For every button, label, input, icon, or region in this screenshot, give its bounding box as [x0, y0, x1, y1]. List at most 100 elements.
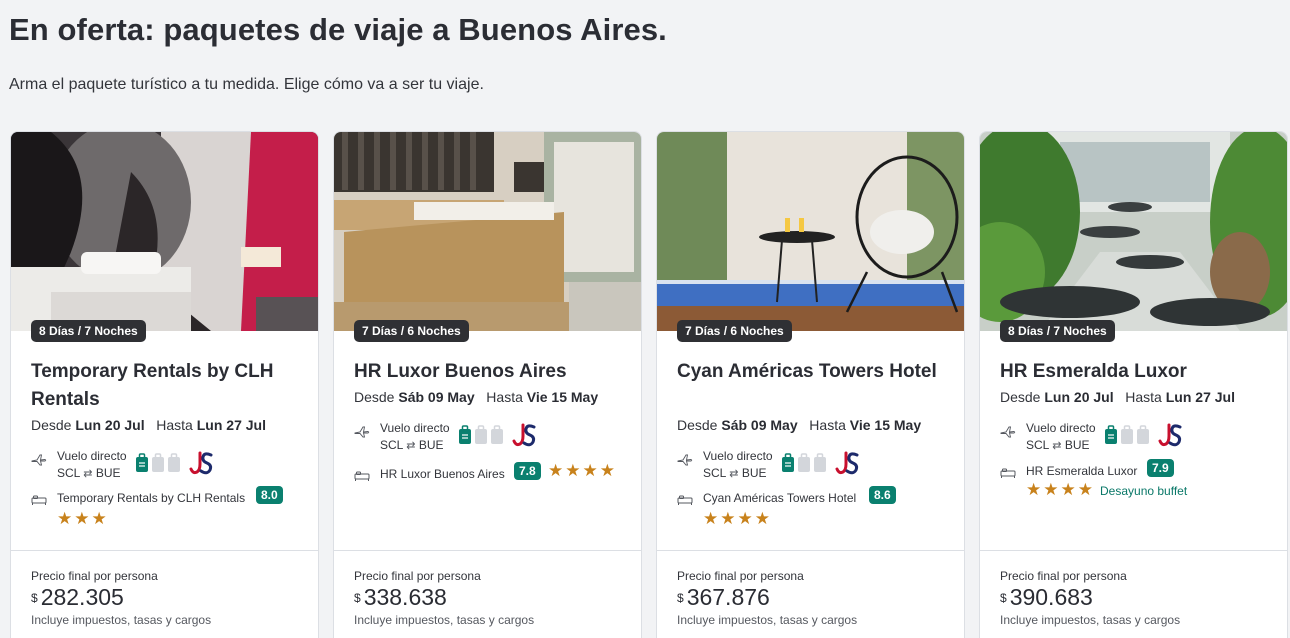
- from-date: Lun 20 Jul: [1044, 389, 1114, 405]
- arrows-swap-icon: ⇄: [406, 440, 416, 452]
- price: $282.305: [31, 584, 124, 611]
- price-label: Precio final por persona: [677, 569, 804, 583]
- divider: [334, 550, 641, 551]
- flight-text: Vuelo directo SCL ⇄ BUE: [703, 448, 773, 483]
- stars: ★★★★: [1026, 480, 1095, 499]
- airline-logo: [188, 450, 214, 476]
- currency-symbol: $: [677, 591, 684, 605]
- luggage-icon: [458, 424, 506, 446]
- price-amount: 282.305: [40, 584, 124, 610]
- page-title: En oferta: paquetes de viaje a Buenos Ai…: [9, 12, 667, 47]
- bed-icon: [354, 470, 370, 482]
- flight-destination: BUE: [741, 466, 767, 480]
- luggage-icon: [781, 452, 829, 474]
- stars: ★★★★: [548, 461, 617, 480]
- plane-icon: [31, 454, 47, 466]
- bed-icon: [1000, 467, 1016, 479]
- duration-badge: 7 Días / 6 Noches: [677, 320, 792, 342]
- hotel-info: Cyan Américas Towers Hotel 8.6 ★★★★: [677, 486, 957, 530]
- hotel-name[interactable]: HR Luxor Buenos Aires: [354, 358, 629, 386]
- price-amount: 367.876: [686, 584, 770, 610]
- price-note: Incluye impuestos, tasas y cargos: [354, 613, 535, 627]
- to-date: Vie 15 May: [526, 389, 599, 405]
- from-date: Sáb 09 May: [721, 417, 798, 433]
- to-label: Hasta: [156, 417, 193, 433]
- page-subtitle: Arma el paquete turístico a tu medida. E…: [9, 76, 484, 93]
- hotel-photo[interactable]: [657, 132, 964, 331]
- arrows-swap-icon: ⇄: [83, 468, 93, 480]
- package-card[interactable]: 7 Días / 6 Noches Cyan Américas Towers H…: [656, 131, 965, 638]
- luggage-icon: [1104, 424, 1152, 446]
- flight-info: Vuelo directo SCL ⇄ BUE: [677, 448, 957, 480]
- from-label: Desde: [31, 417, 72, 433]
- stars: ★★★★: [703, 509, 772, 528]
- flight-type: Vuelo directo: [380, 421, 450, 435]
- hotel-name[interactable]: Cyan Américas Towers Hotel: [677, 358, 952, 386]
- bed-icon: [677, 494, 693, 506]
- flight-origin: SCL: [57, 466, 80, 480]
- hotel-photo[interactable]: [334, 132, 641, 331]
- divider: [11, 550, 318, 551]
- hotel-name[interactable]: HR Esmeralda Luxor: [1000, 358, 1275, 386]
- bed-icon: [31, 494, 47, 506]
- hotel-line: HR Esmeralda Luxor: [1026, 464, 1138, 478]
- hotel-info: HR Esmeralda Luxor 7.9 ★★★★ Desayuno buf…: [1000, 459, 1280, 503]
- to-date: Lun 27 Jul: [196, 417, 266, 433]
- travel-dates: Desde Lun 20 Jul Hasta Lun 27 Jul: [31, 417, 266, 433]
- hotel-photo[interactable]: [980, 132, 1287, 331]
- price-note: Incluye impuestos, tasas y cargos: [677, 613, 858, 627]
- to-date: Lun 27 Jul: [1165, 389, 1235, 405]
- duration-badge: 8 Días / 7 Noches: [31, 320, 146, 342]
- hotel-photo[interactable]: [11, 132, 318, 331]
- plane-icon: [677, 454, 693, 466]
- price-label: Precio final por persona: [354, 569, 481, 583]
- luggage-icon: [135, 452, 183, 474]
- divider: [980, 550, 1287, 551]
- flight-text: Vuelo directo SCL ⇄ BUE: [1026, 420, 1096, 455]
- duration-badge: 8 Días / 7 Noches: [1000, 320, 1115, 342]
- to-label: Hasta: [1125, 389, 1162, 405]
- travel-dates: Desde Sáb 09 May Hasta Vie 15 May: [354, 389, 598, 405]
- from-label: Desde: [1000, 389, 1041, 405]
- airline-logo: [511, 422, 537, 448]
- price: $390.683: [1000, 584, 1093, 611]
- from-date: Sáb 09 May: [398, 389, 475, 405]
- flight-type: Vuelo directo: [57, 449, 127, 463]
- travel-dates: Desde Sáb 09 May Hasta Vie 15 May: [677, 417, 921, 433]
- package-cards: 8 Días / 7 Noches Temporary Rentals by C…: [10, 131, 1290, 638]
- flight-text: Vuelo directo SCL ⇄ BUE: [380, 420, 450, 455]
- hotel-name[interactable]: Temporary Rentals by CLH Rentals: [31, 358, 306, 414]
- flight-destination: BUE: [1064, 438, 1090, 452]
- price: $338.638: [354, 584, 447, 611]
- rating-badge: 7.9: [1147, 459, 1174, 477]
- package-card[interactable]: 8 Días / 7 Noches Temporary Rentals by C…: [10, 131, 319, 638]
- flight-destination: BUE: [95, 466, 121, 480]
- hotel-line: Temporary Rentals by CLH Rentals: [57, 491, 246, 505]
- currency-symbol: $: [1000, 591, 1007, 605]
- hotel-line: HR Luxor Buenos Aires: [380, 467, 505, 481]
- divider: [657, 550, 964, 551]
- price-note: Incluye impuestos, tasas y cargos: [31, 613, 212, 627]
- package-card[interactable]: 7 Días / 6 Noches HR Luxor Buenos Aires …: [333, 131, 642, 638]
- rating-badge: 8.6: [869, 486, 896, 504]
- arrows-swap-icon: ⇄: [1052, 440, 1062, 452]
- flight-destination: BUE: [418, 438, 444, 452]
- flight-origin: SCL: [380, 438, 403, 452]
- flight-type: Vuelo directo: [703, 449, 773, 463]
- currency-symbol: $: [354, 591, 361, 605]
- from-label: Desde: [354, 389, 395, 405]
- plane-icon: [1000, 426, 1016, 438]
- arrows-swap-icon: ⇄: [729, 468, 739, 480]
- price-amount: 390.683: [1009, 584, 1093, 610]
- flight-origin: SCL: [1026, 438, 1049, 452]
- currency-symbol: $: [31, 591, 38, 605]
- plane-icon: [354, 426, 370, 438]
- package-card[interactable]: 8 Días / 7 Noches HR Esmeralda Luxor Des…: [979, 131, 1288, 638]
- to-label: Hasta: [486, 389, 523, 405]
- airline-logo: [834, 450, 860, 476]
- to-label: Hasta: [809, 417, 846, 433]
- amenity-label: Desayuno buffet: [1100, 484, 1188, 498]
- hotel-info: HR Luxor Buenos Aires 7.8 ★★★★: [354, 462, 634, 506]
- price: $367.876: [677, 584, 770, 611]
- flight-info: Vuelo directo SCL ⇄ BUE: [354, 420, 634, 452]
